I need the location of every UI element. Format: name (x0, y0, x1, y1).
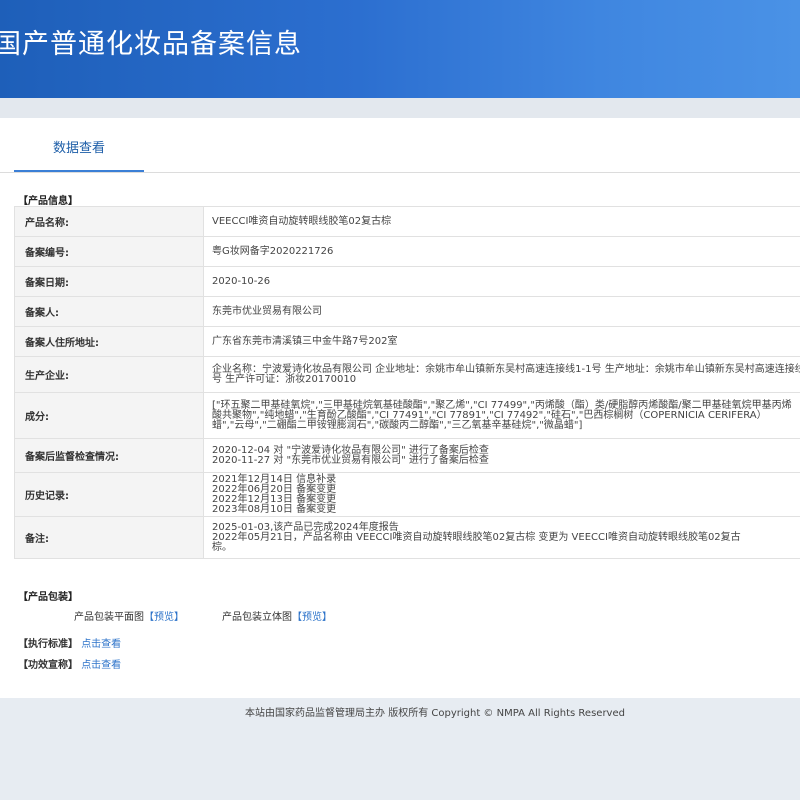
packaging-stereo-preview-link[interactable]: 【预览】 (292, 612, 332, 623)
info-row: 备案人: 东莞市优业贸易有限公司 (14, 296, 800, 327)
info-row-value: 2020-12-04 对 "宁波爱诗化妆品有限公司" 进行了备案后检查 2020-… (203, 438, 800, 473)
info-row-value: VEECCI唯资自动旋转眼线胶笔02复古棕 (203, 206, 800, 237)
info-row-value: 东莞市优业贸易有限公司 (203, 296, 800, 327)
info-row-value-line: 企业名称：宁波爱诗化妆品有限公司 企业地址：余姚市牟山镇新东吴村高速连接线1-1… (212, 363, 800, 375)
info-row-value-line: 粤G妆网备字2020221726 (212, 245, 334, 257)
info-row-value: 2025-01-03,该产品已完成2024年度报告 2022年05月21日，产品名… (203, 516, 800, 559)
info-row-value: 2020-10-26 (203, 266, 800, 297)
packaging-flat-preview-link[interactable]: 【预览】 (144, 612, 184, 623)
product-info-title: 【产品信息】 (18, 196, 78, 207)
info-row-value-line: 2025-01-03,该产品已完成2024年度报告 (212, 521, 399, 533)
info-row: 历史记录: 2021年12月14日 信息补录 2022年06月20日 备案变更 202… (14, 472, 800, 517)
info-row: 备案后监督检查情况: 2020-12-04 对 "宁波爱诗化妆品有限公司" 进行了… (14, 438, 800, 473)
standard-view-link[interactable]: 点击查看 (81, 639, 121, 650)
info-row-value-line: 蜡","云母","二硼酯二甲铵锂膨润石","碳酸丙二醇酯","三乙氧基辛基硅烷"… (212, 419, 583, 431)
info-row-value-line: 2022年06月20日 备案变更 (212, 483, 337, 495)
info-row-label: 历史记录: (14, 472, 204, 517)
header-banner: 国产普通化妆品备案信息 (0, 0, 800, 98)
tab-bar: 数据查看 (0, 118, 800, 173)
packaging-flat-row: 产品包装平面图【预览】 (74, 608, 184, 623)
info-row-value-line: 2022年05月21日，产品名称由 VEECCI唯资自动旋转眼线胶笔02复古棕 … (212, 531, 741, 543)
packaging-flat-label: 产品包装平面图 (74, 612, 144, 623)
info-row: 成分: ["环五聚二甲基硅氧烷","三甲基硅烷氧基硅酸酯","聚乙烯","CI 7… (14, 392, 800, 439)
efficacy-label: 【功效宣称】 (18, 660, 78, 671)
content-panel: 数据查看 【产品信息】 产品名称: VEECCI唯资自动旋转眼线胶笔02复古棕 备案… (0, 118, 800, 698)
info-row-value-line: 2020-11-27 对 "东莞市优业贸易有限公司" 进行了备案后检查 (212, 454, 489, 466)
info-row: 备注: 2025-01-03,该产品已完成2024年度报告 2022年05月21日，… (14, 516, 800, 559)
info-row-value-line: ["环五聚二甲基硅氧烷","三甲基硅烷氧基硅酸酯","聚乙烯","CI 7749… (212, 399, 792, 411)
info-row-label: 生产企业: (14, 356, 204, 393)
info-row-value-line: 2023年08月10日 备案变更 (212, 503, 337, 515)
info-row-value: ["环五聚二甲基硅氧烷","三甲基硅烷氧基硅酸酯","聚乙烯","CI 7749… (203, 392, 800, 439)
packaging-title: 【产品包装】 (18, 592, 78, 603)
info-row-value: 2021年12月14日 信息补录 2022年06月20日 备案变更 2022年12月… (203, 472, 800, 517)
info-row-value: 企业名称：宁波爱诗化妆品有限公司 企业地址：余姚市牟山镇新东吴村高速连接线1-1… (203, 356, 800, 393)
efficacy-row: 【功效宣称】 点击查看 (18, 656, 121, 671)
header-spacer (0, 98, 800, 118)
info-row-label: 成分: (14, 392, 204, 439)
info-row-label: 备案日期: (14, 266, 204, 297)
info-row-label: 备案人住所地址: (14, 326, 204, 357)
info-row: 备案日期: 2020-10-26 (14, 266, 800, 297)
info-row-value-line: 2020-12-04 对 "宁波爱诗化妆品有限公司" 进行了备案后检查 (212, 444, 489, 456)
info-row-value-line: 2021年12月14日 信息补录 (212, 473, 337, 485)
tab-data-view[interactable]: 数据查看 (14, 118, 144, 172)
info-row-value-line: 酸共聚物","纯地蜡","生育酚乙酸酯","CI 77491","CI 7789… (212, 409, 767, 421)
info-row-label: 备注: (14, 516, 204, 559)
product-info-table: 产品名称: VEECCI唯资自动旋转眼线胶笔02复古棕 备案编号: 粤G妆网备字202… (14, 206, 800, 559)
info-row-value-line: 2022年12月13日 备案变更 (212, 493, 337, 505)
efficacy-view-link[interactable]: 点击查看 (81, 660, 121, 671)
info-row-label: 备案编号: (14, 236, 204, 267)
packaging-stereo-row: 产品包装立体图【预览】 (222, 608, 332, 623)
info-row-value: 粤G妆网备字2020221726 (203, 236, 800, 267)
packaging-stereo-label: 产品包装立体图 (222, 612, 292, 623)
standard-row: 【执行标准】 点击查看 (18, 635, 121, 650)
info-row-value: 广东省东莞市清溪镇三中金牛路7号202室 (203, 326, 800, 357)
info-row-value-line: 号 生产许可证：浙妆20170010 (212, 373, 357, 385)
info-row-label: 备案人: (14, 296, 204, 327)
info-row-label: 产品名称: (14, 206, 204, 237)
page-title: 国产普通化妆品备案信息 (0, 29, 302, 60)
info-row: 备案人住所地址: 广东省东莞市清溪镇三中金牛路7号202室 (14, 326, 800, 357)
info-row-value-line: VEECCI唯资自动旋转眼线胶笔02复古棕 (212, 215, 392, 227)
info-row-label: 备案后监督检查情况: (14, 438, 204, 473)
info-row-value-line: 东莞市优业贸易有限公司 (212, 305, 322, 317)
info-row: 产品名称: VEECCI唯资自动旋转眼线胶笔02复古棕 (14, 206, 800, 237)
footer-copyright: 本站由国家药品监督管理局主办 版权所有 Copyright © NMPA All… (245, 708, 625, 719)
info-row-value-line: 棕。 (212, 541, 232, 553)
standard-label: 【执行标准】 (18, 639, 78, 650)
info-row-value-line: 广东省东莞市清溪镇三中金牛路7号202室 (212, 335, 398, 347)
info-row: 生产企业: 企业名称：宁波爱诗化妆品有限公司 企业地址：余姚市牟山镇新东吴村高速连… (14, 356, 800, 393)
info-row: 备案编号: 粤G妆网备字2020221726 (14, 236, 800, 267)
info-row-value-line: 2020-10-26 (212, 275, 271, 287)
